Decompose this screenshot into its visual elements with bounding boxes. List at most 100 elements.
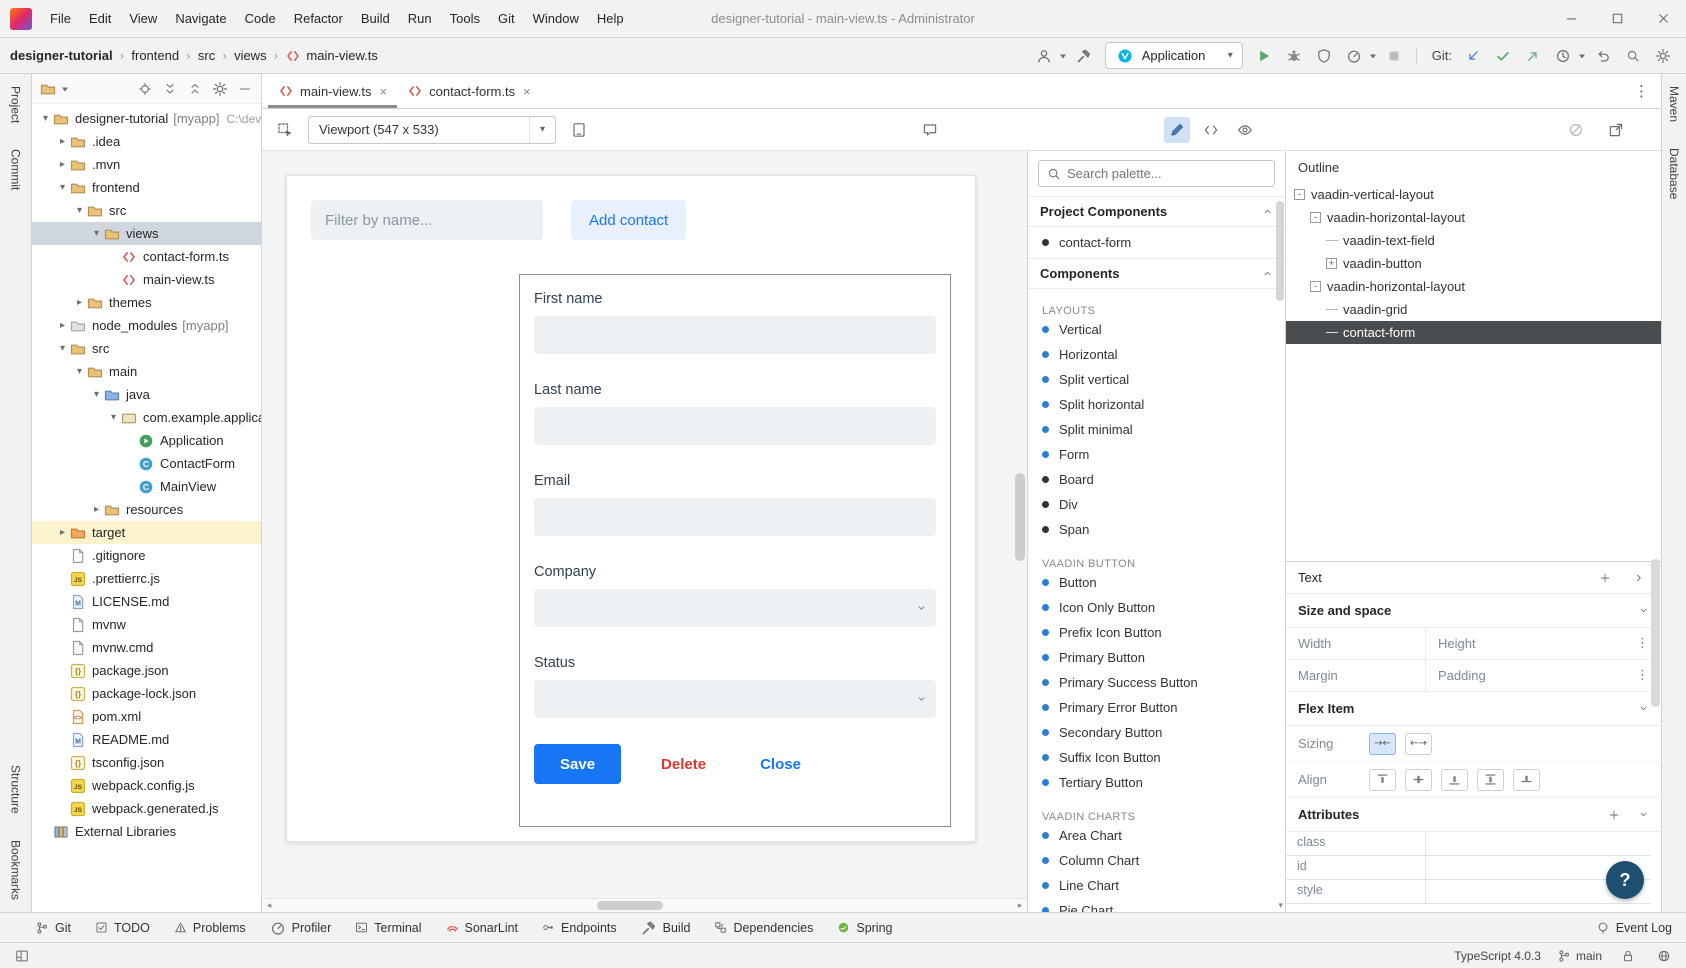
tool-window-build[interactable]: Build [632, 917, 700, 939]
outline-node-vaadin-horizontal-layout[interactable]: -vaadin-horizontal-layout [1286, 275, 1661, 298]
notifications-icon[interactable] [1654, 946, 1674, 966]
help-button[interactable]: ? [1606, 861, 1644, 899]
palette-item-board[interactable]: Board [1028, 467, 1285, 492]
palette-item-primary-success-button[interactable]: Primary Success Button [1028, 670, 1285, 695]
align-baseline-button[interactable] [1513, 769, 1540, 791]
company-select[interactable] [534, 589, 936, 627]
scrollbar-thumb[interactable] [1015, 473, 1025, 561]
breadcrumb-src[interactable]: src [198, 48, 215, 63]
tree-collapsed-icon[interactable]: ▸ [72, 297, 87, 308]
tree-item-main-view-ts[interactable]: main-view.ts [32, 268, 261, 291]
properties-scrollbar[interactable] [1651, 559, 1660, 707]
palette-item-area-chart[interactable]: Area Chart [1028, 823, 1285, 848]
menu-window[interactable]: Window [525, 7, 587, 30]
palette-item-vertical[interactable]: Vertical [1028, 317, 1285, 342]
git-branch-widget[interactable]: main [1557, 949, 1602, 963]
tab-options-icon[interactable]: ⋮ [1622, 82, 1661, 100]
property-width[interactable]: Width [1286, 628, 1426, 660]
tool-window-sonarlint[interactable]: SonarLint [437, 918, 528, 938]
size-and-space-header[interactable]: Size and space [1286, 594, 1661, 628]
run-button[interactable] [1251, 43, 1277, 69]
palette-item-pie-chart[interactable]: Pie Chart [1028, 898, 1285, 912]
tool-window-problems[interactable]: Problems [165, 918, 255, 938]
breadcrumb-views[interactable]: views [234, 48, 267, 63]
tree-item-themes[interactable]: ▸themes [32, 291, 261, 314]
tree-item-license-md[interactable]: MLICENSE.md [32, 590, 261, 613]
run-configuration-select[interactable]: Application ▾ [1105, 42, 1243, 69]
tree-item-webpack-generated-js[interactable]: JSwebpack.generated.js [32, 797, 261, 820]
tree-item-frontend[interactable]: ▾frontend [32, 176, 261, 199]
outline-node-vaadin-text-field[interactable]: vaadin-text-field [1286, 229, 1661, 252]
tree-item-src[interactable]: ▾src [32, 199, 261, 222]
tree-item-mvn[interactable]: ▸.mvn [32, 153, 261, 176]
palette-item-secondary-button[interactable]: Secondary Button [1028, 720, 1285, 745]
user-icon[interactable] [1031, 43, 1057, 69]
event-log-button[interactable]: Event Log [1596, 921, 1676, 935]
palette-search-input[interactable] [1067, 166, 1266, 181]
tool-stripe-structure[interactable]: Structure [9, 765, 23, 814]
palette-scroll-down-icon[interactable]: ▾ [1278, 901, 1283, 911]
tree-item-webpack-config-js[interactable]: JSwebpack.config.js [32, 774, 261, 797]
last-name-input[interactable] [534, 407, 936, 445]
canvas-vertical-scrollbar[interactable] [1013, 151, 1027, 898]
palette-item-line-chart[interactable]: Line Chart [1028, 873, 1285, 898]
tool-window-todo[interactable]: TODO [86, 918, 159, 938]
outline-collapse-icon[interactable]: - [1294, 189, 1305, 200]
property-margin[interactable]: Margin [1286, 660, 1426, 692]
collapse-all-button[interactable] [185, 79, 205, 99]
menu-refactor[interactable]: Refactor [286, 7, 351, 30]
tree-expanded-icon[interactable]: ▾ [55, 182, 70, 193]
components-header[interactable]: Components [1028, 258, 1285, 289]
scrollbar-thumb[interactable] [597, 901, 663, 910]
tree-item-package-lock-json[interactable]: {}package-lock.json [32, 682, 261, 705]
tree-item-gitignore[interactable]: .gitignore [32, 544, 261, 567]
palette-item-icon-only-button[interactable]: Icon Only Button [1028, 595, 1285, 620]
palette-item-split-minimal[interactable]: Split minimal [1028, 417, 1285, 442]
tree-item-readme-md[interactable]: MREADME.md [32, 728, 261, 751]
main-view-preview[interactable]: Add contact First nameLast nameEmailComp… [286, 175, 976, 842]
align-end-button[interactable] [1441, 769, 1468, 791]
tree-collapsed-icon[interactable]: ▸ [55, 527, 70, 538]
locate-file-button[interactable] [135, 79, 155, 99]
palette-item-primary-error-button[interactable]: Primary Error Button [1028, 695, 1285, 720]
tree-item-mvnw-cmd[interactable]: mvnw.cmd [32, 636, 261, 659]
tree-item-pom-xml[interactable]: <>pom.xml [32, 705, 261, 728]
scroll-left-icon[interactable]: ◂ [262, 899, 276, 913]
outline-node-vaadin-vertical-layout[interactable]: -vaadin-vertical-layout [1286, 183, 1661, 206]
flex-item-header[interactable]: Flex Item [1286, 692, 1661, 726]
hide-panel-button[interactable] [235, 79, 255, 99]
more-options-icon[interactable]: ⋮ [1636, 636, 1649, 651]
delete-button[interactable]: Delete [647, 744, 720, 784]
tree-item-java[interactable]: ▾java [32, 383, 261, 406]
property-height[interactable]: Height⋮ [1426, 628, 1661, 660]
viewport-selector[interactable]: Viewport (547 x 533) ▾ [308, 116, 556, 144]
tree-expanded-icon[interactable]: ▾ [89, 228, 104, 239]
tree-item-target[interactable]: ▸target [32, 521, 261, 544]
tool-stripe-project[interactable]: Project [9, 86, 23, 123]
edit-mode-button[interactable] [1164, 117, 1190, 143]
save-button[interactable]: Save [534, 744, 621, 784]
history-button[interactable] [1550, 43, 1576, 69]
menu-build[interactable]: Build [353, 7, 398, 30]
palette-item-tertiary-button[interactable]: Tertiary Button [1028, 770, 1285, 795]
tree-item-main[interactable]: ▾main [32, 360, 261, 383]
breadcrumb-frontend[interactable]: frontend [131, 48, 179, 63]
tree-item-external-libraries[interactable]: External Libraries [32, 820, 261, 843]
canvas-horizontal-scrollbar[interactable]: ◂ ▸ [262, 898, 1027, 912]
outline-node-vaadin-grid[interactable]: vaadin-grid [1286, 298, 1661, 321]
rollback-button[interactable] [1590, 43, 1616, 69]
menu-help[interactable]: Help [589, 7, 632, 30]
add-attribute-button[interactable] [1604, 805, 1624, 825]
tree-item-views[interactable]: ▾views [32, 222, 261, 245]
tree-expanded-icon[interactable]: ▾ [106, 412, 121, 423]
tree-item-src[interactable]: ▾src [32, 337, 261, 360]
menu-tools[interactable]: Tools [442, 7, 488, 30]
filter-by-name-input[interactable] [311, 200, 543, 240]
palette-scrollbar[interactable] [1276, 201, 1284, 301]
palette-item-button[interactable]: Button [1028, 570, 1285, 595]
email-input[interactable] [534, 498, 936, 536]
tool-stripe-maven[interactable]: Maven [1667, 86, 1681, 122]
palette-item-split-horizontal[interactable]: Split horizontal [1028, 392, 1285, 417]
profiler-button[interactable] [1341, 43, 1367, 69]
sizing-shrink-button[interactable]: →← [1369, 733, 1396, 755]
